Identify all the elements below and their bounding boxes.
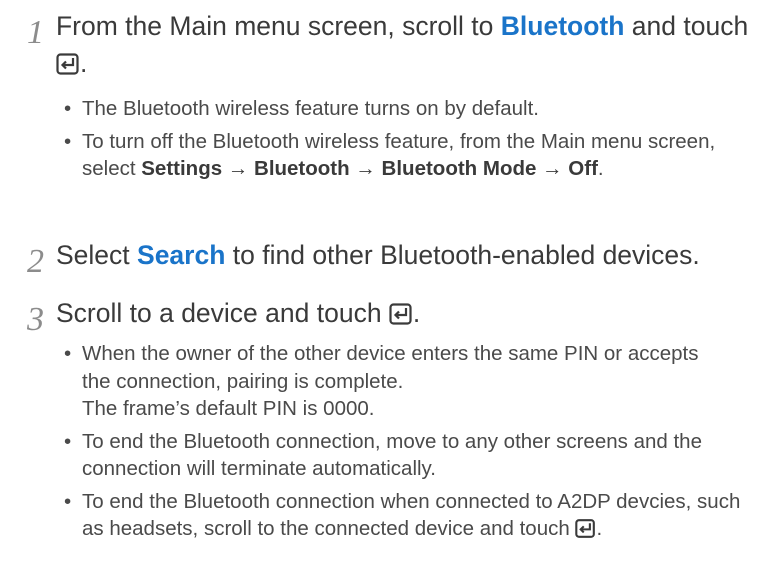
list-item: • To end the Bluetooth connection when co… <box>56 488 746 547</box>
bluetooth-highlight: Bluetooth <box>500 11 625 41</box>
step-3-bullets: • When the owner of the other device ente… <box>56 340 746 552</box>
enter-key-icon <box>56 49 80 86</box>
step-number: 2 <box>27 243 44 280</box>
settings-path: Settings → Bluetooth → Bluetooth Mode → … <box>141 157 598 180</box>
step-text: Select Search to find other Bluetooth-en… <box>56 240 700 270</box>
list-item: • To end the Bluetooth connection, move t… <box>64 429 702 481</box>
step-1-bullets: • The Bluetooth wireless feature turns on… <box>56 95 746 188</box>
search-highlight: Search <box>137 240 226 270</box>
list-item: • To turn off the Bluetooth wireless feat… <box>64 129 716 181</box>
step-number: 3 <box>27 301 44 338</box>
enter-key-icon <box>389 299 413 336</box>
step-number: 1 <box>27 14 44 51</box>
list-item: • The Bluetooth wireless feature turns on… <box>64 97 539 120</box>
step-text: From the Main menu screen, scroll to Blu… <box>56 8 756 86</box>
list-item: • When the owner of the other device ente… <box>64 342 699 420</box>
enter-key-icon <box>575 518 596 547</box>
step-text: Scroll to a device and touch . <box>56 295 756 336</box>
